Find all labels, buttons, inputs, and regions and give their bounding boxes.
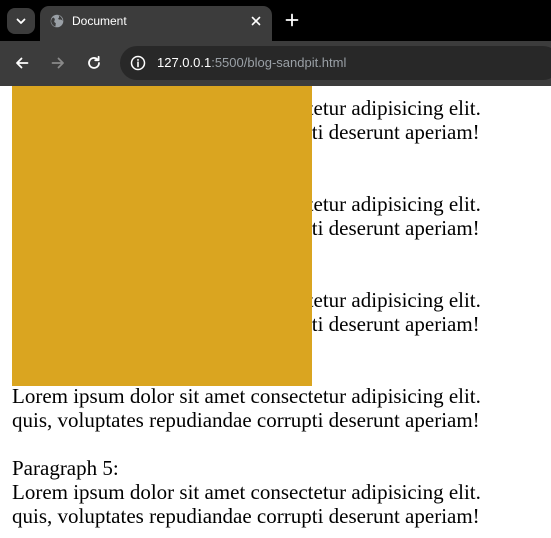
arrow-left-icon [16, 57, 29, 69]
new-tab-button[interactable] [281, 9, 303, 31]
arrow-right-icon [51, 57, 64, 69]
paragraph-line: quis, voluptates repudiandae corrupti de… [12, 408, 480, 432]
close-icon [251, 16, 261, 26]
tab-search-button[interactable] [7, 8, 35, 34]
url-host: 127.0.0.1 [157, 55, 212, 70]
tab-strip: Document [0, 0, 551, 41]
tab-active[interactable]: Document [40, 6, 272, 41]
info-icon[interactable] [130, 55, 146, 71]
globe-icon [50, 14, 64, 28]
reload-button[interactable] [82, 51, 106, 75]
back-button[interactable] [10, 51, 34, 75]
paragraph-line: Lorem ipsum dolor sit amet consectetur a… [12, 480, 481, 504]
paragraph-5: Paragraph 5: Lorem ipsum dolor sit amet … [12, 456, 551, 528]
paragraph-line: quis, voluptates repudiandae corrupti de… [12, 504, 480, 528]
tab-close-button[interactable] [248, 13, 264, 29]
paragraph-heading: Paragraph 5: [12, 456, 119, 480]
forward-button[interactable] [46, 51, 70, 75]
tab-title: Document [72, 14, 127, 28]
reload-icon [88, 55, 100, 69]
browser-toolbar: 127.0.0.1:5500/blog-sandpit.html [0, 41, 551, 86]
address-bar[interactable]: 127.0.0.1:5500/blog-sandpit.html [120, 46, 551, 80]
plus-icon [285, 13, 299, 27]
browser-window: Document 127.0.0.1:5500/blog-sandpit.htm… [0, 0, 551, 538]
chevron-down-icon [16, 18, 26, 24]
url-text[interactable]: 127.0.0.1:5500/blog-sandpit.html [157, 55, 346, 71]
paragraph-line: Lorem ipsum dolor sit amet consectetur a… [12, 384, 481, 408]
url-path: :5500/blog-sandpit.html [211, 55, 347, 70]
page-viewport: Paragraph 1: Lorem ipsum dolor sit amet … [0, 86, 551, 538]
goldenrod-box [12, 86, 312, 386]
